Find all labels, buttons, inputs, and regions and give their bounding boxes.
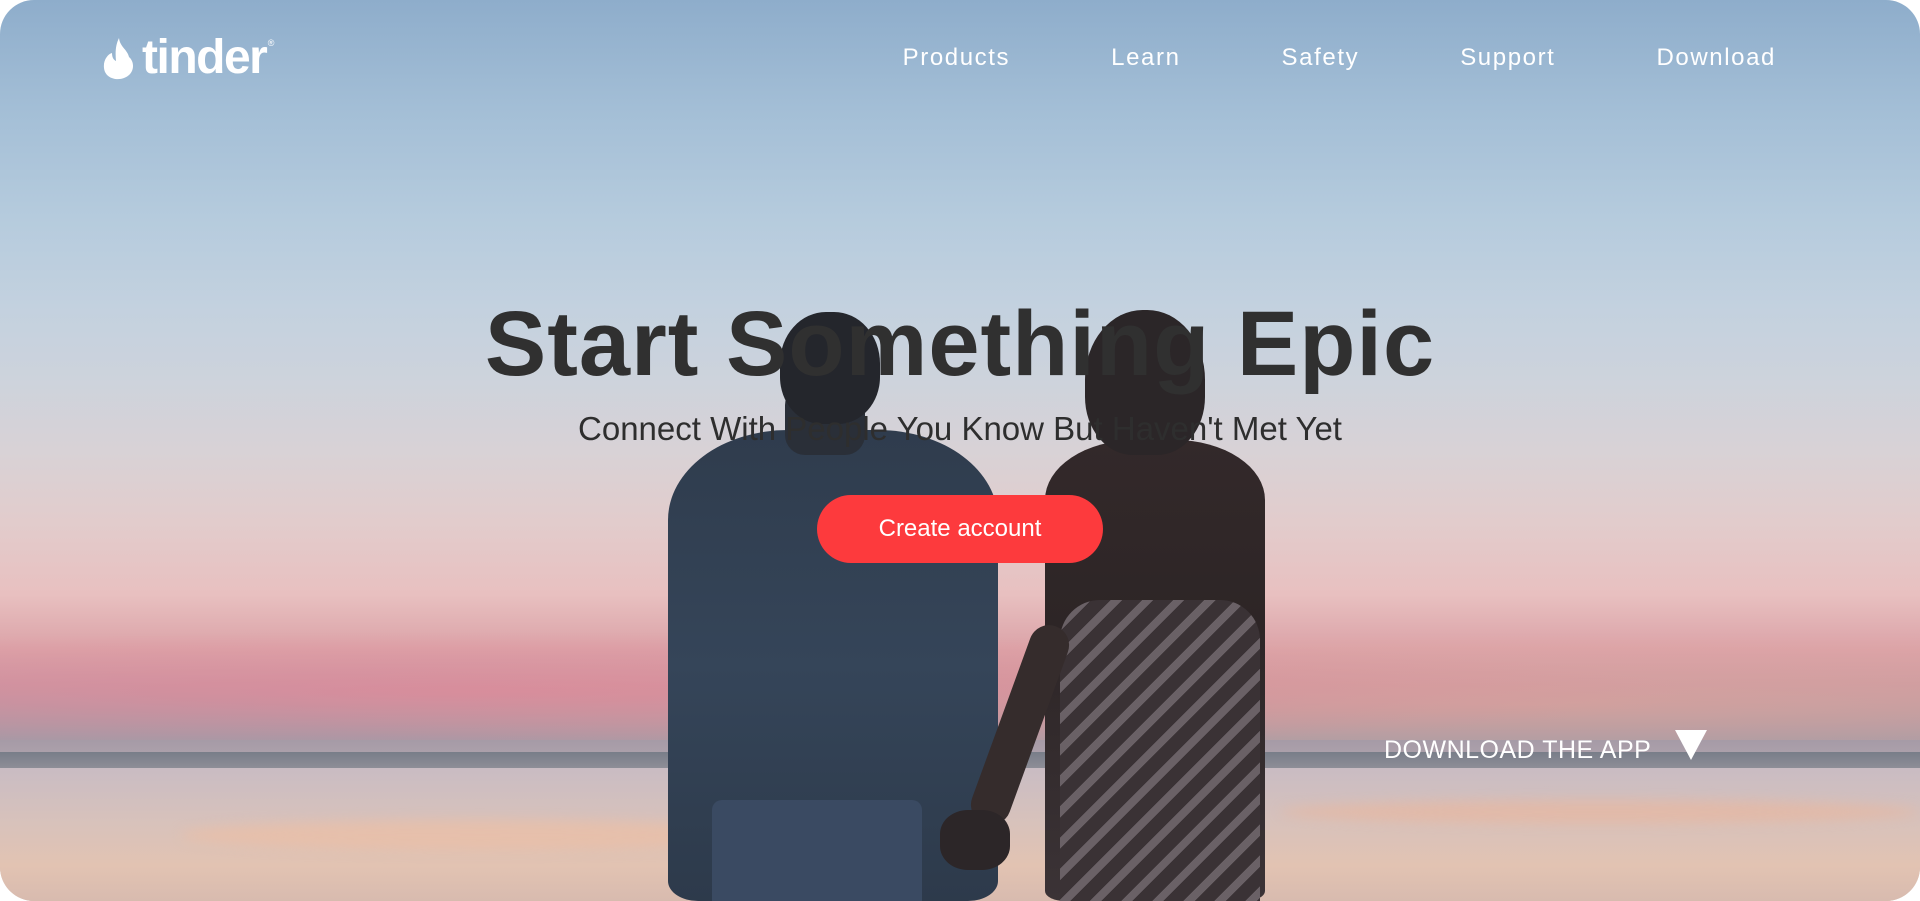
hero-title: Start Something Epic bbox=[484, 293, 1436, 395]
triangle-down-icon bbox=[1675, 729, 1708, 760]
nav-support[interactable]: Support bbox=[1460, 44, 1555, 72]
nav-products[interactable]: Products bbox=[903, 44, 1011, 72]
download-app-label: DOWNLOAD THE APP bbox=[1384, 736, 1652, 764]
create-account-button[interactable]: Create account bbox=[817, 495, 1103, 563]
tinder-logo[interactable]: tinder ® bbox=[102, 31, 274, 84]
flame-icon bbox=[103, 38, 134, 80]
man-jeans bbox=[712, 800, 922, 901]
hero-section: tinder ® Products Learn Safety Support D… bbox=[0, 0, 1920, 901]
nav-download[interactable]: Download bbox=[1656, 44, 1776, 72]
download-app-link[interactable]: DOWNLOAD THE APP bbox=[1384, 729, 1708, 765]
main-nav: Products Learn Safety Support Download bbox=[903, 44, 1776, 72]
water-highlight bbox=[1280, 800, 1920, 824]
logo-wordmark: tinder bbox=[142, 31, 268, 84]
nav-learn[interactable]: Learn bbox=[1111, 44, 1180, 72]
registered-mark: ® bbox=[267, 38, 275, 48]
nav-safety[interactable]: Safety bbox=[1282, 44, 1360, 72]
held-hands bbox=[940, 810, 1010, 870]
woman-dress bbox=[1060, 600, 1260, 901]
hero-subtitle: Connect With People You Know But Haven't… bbox=[578, 410, 1342, 447]
